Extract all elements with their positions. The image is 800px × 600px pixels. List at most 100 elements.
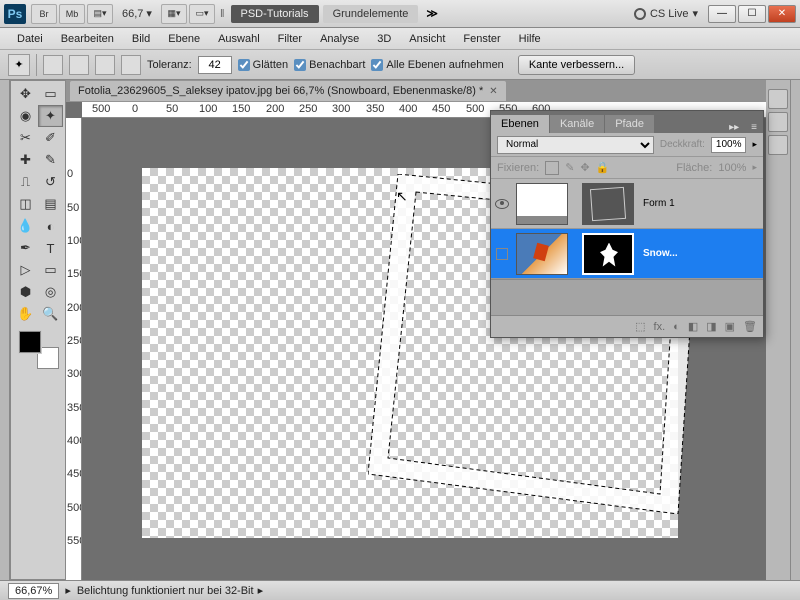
all-layers-checkbox[interactable] xyxy=(371,59,383,71)
menu-hilfe[interactable]: Hilfe xyxy=(510,33,550,45)
vector-mask-thumb[interactable] xyxy=(582,183,634,225)
opacity-arrow-icon[interactable]: ▸ xyxy=(752,139,757,150)
menu-ebene[interactable]: Ebene xyxy=(159,33,209,45)
minibridge-button[interactable]: Mb xyxy=(59,4,85,24)
status-arrow2-icon[interactable]: ▸ xyxy=(258,584,264,597)
dodge-tool-icon[interactable]: ◐ xyxy=(38,215,63,237)
layer-row-snowboard[interactable]: Snow... xyxy=(491,229,763,279)
3d-camera-tool-icon[interactable]: ◎ xyxy=(38,281,63,303)
layer-row-form1[interactable]: Form 1 xyxy=(491,179,763,229)
selection-subtract-icon[interactable] xyxy=(95,55,115,75)
selection-intersect-icon[interactable] xyxy=(121,55,141,75)
marquee-tool-icon[interactable]: ▭ xyxy=(38,83,63,105)
screen-mode-button[interactable]: ▭▾ xyxy=(189,4,215,24)
cslive-button[interactable]: CS Live▾ xyxy=(634,7,698,20)
panel-menu-icon[interactable]: ≡ xyxy=(745,122,763,133)
view-docs-button[interactable]: ▤▾ xyxy=(87,4,113,24)
blur-tool-icon[interactable]: 💧 xyxy=(13,215,38,237)
type-tool-icon[interactable]: T xyxy=(38,237,63,259)
close-tab-icon[interactable]: ✕ xyxy=(489,86,497,97)
eyedropper-tool-icon[interactable]: ✐ xyxy=(38,127,63,149)
status-zoom[interactable]: 66,67% xyxy=(8,583,59,599)
trash-icon[interactable]: 🗑 xyxy=(743,320,757,333)
menu-datei[interactable]: Datei xyxy=(8,33,52,45)
menu-ansicht[interactable]: Ansicht xyxy=(400,33,454,45)
minimize-button[interactable]: — xyxy=(708,5,736,23)
color-swatches[interactable] xyxy=(19,331,59,369)
layers-panel-footer: ⬚ fx. ◐ ◧ ◨ ▣ 🗑 xyxy=(491,315,763,337)
workspace-grundelemente[interactable]: Grundelemente xyxy=(323,5,419,23)
move-tool-icon[interactable]: ✥ xyxy=(13,83,38,105)
zoom-tool-icon[interactable]: 🔍 xyxy=(38,303,63,325)
menu-filter[interactable]: Filter xyxy=(269,33,311,45)
menu-analyse[interactable]: Analyse xyxy=(311,33,368,45)
fg-color-swatch[interactable] xyxy=(19,331,41,353)
lasso-tool-icon[interactable]: ◉ xyxy=(13,105,38,127)
menu-bearbeiten[interactable]: Bearbeiten xyxy=(52,33,123,45)
tolerance-label: Toleranz: xyxy=(147,59,192,71)
new-layer-icon[interactable]: ▣ xyxy=(725,320,735,333)
layer-mask-thumb[interactable] xyxy=(582,233,634,275)
mask-icon[interactable]: ◐ xyxy=(673,321,680,333)
stamp-tool-icon[interactable]: ⎍ xyxy=(13,171,38,193)
selection-new-icon[interactable] xyxy=(43,55,63,75)
link-layers-icon[interactable]: ⬚ xyxy=(635,320,645,333)
selection-add-icon[interactable] xyxy=(69,55,89,75)
eraser-tool-icon[interactable]: ◫ xyxy=(13,193,38,215)
status-arrow-icon[interactable]: ▸ xyxy=(65,584,71,597)
workspace-psd-tutorials[interactable]: PSD-Tutorials xyxy=(231,5,319,23)
brush-tool-icon[interactable]: ✎ xyxy=(38,149,63,171)
heal-tool-icon[interactable]: ✚ xyxy=(13,149,38,171)
history-brush-tool-icon[interactable]: ↺ xyxy=(38,171,63,193)
group-icon[interactable]: ◨ xyxy=(706,320,716,333)
panel-icon-3[interactable] xyxy=(768,135,788,155)
lock-brush-icon[interactable]: ✎ xyxy=(565,161,574,174)
lock-all-icon[interactable]: 🔒 xyxy=(596,161,610,174)
fx-icon[interactable]: fx. xyxy=(654,321,666,333)
lock-transparent-icon[interactable] xyxy=(545,161,559,175)
gradient-tool-icon[interactable]: ▤ xyxy=(38,193,63,215)
layer-thumb[interactable] xyxy=(516,183,568,225)
shape-tool-icon[interactable]: ▭ xyxy=(38,259,63,281)
bridge-button[interactable]: Br xyxy=(31,4,57,24)
panel-collapse-icon[interactable]: ▸▸ xyxy=(723,122,745,133)
hand-tool-icon[interactable]: ✋ xyxy=(13,303,38,325)
panel-icon-2[interactable] xyxy=(768,112,788,132)
refine-edge-button[interactable]: Kante verbessern... xyxy=(518,55,635,75)
layer-thumb[interactable] xyxy=(516,233,568,275)
menu-fenster[interactable]: Fenster xyxy=(454,33,509,45)
fill-arrow-icon[interactable]: ▸ xyxy=(752,162,757,173)
zoom-dropdown[interactable]: 66,7▾ xyxy=(122,7,152,20)
menu-auswahl[interactable]: Auswahl xyxy=(209,33,269,45)
3d-tool-icon[interactable]: ⬢ xyxy=(13,281,38,303)
cursor-icon: ↖ xyxy=(396,188,408,205)
panel-icon-1[interactable] xyxy=(768,89,788,109)
visibility-off-icon[interactable] xyxy=(496,248,508,260)
tab-ebenen[interactable]: Ebenen xyxy=(491,115,549,133)
tolerance-input[interactable] xyxy=(198,56,232,74)
extras-button[interactable]: ▦▾ xyxy=(161,4,187,24)
layer-name[interactable]: Snow... xyxy=(637,248,763,259)
magic-wand-tool-icon[interactable]: ✦ xyxy=(38,105,63,127)
opacity-value[interactable]: 100% xyxy=(711,137,747,153)
blend-mode-select[interactable]: Normal xyxy=(497,136,654,154)
pen-tool-icon[interactable]: ✒ xyxy=(13,237,38,259)
menu-3d[interactable]: 3D xyxy=(368,33,400,45)
tab-pfade[interactable]: Pfade xyxy=(605,115,654,133)
contiguous-checkbox[interactable] xyxy=(294,59,306,71)
visibility-icon[interactable] xyxy=(495,199,509,209)
close-button[interactable]: ✕ xyxy=(768,5,796,23)
path-select-tool-icon[interactable]: ▷ xyxy=(13,259,38,281)
tab-kanaele[interactable]: Kanäle xyxy=(550,115,604,133)
antialias-checkbox[interactable] xyxy=(238,59,250,71)
document-tab[interactable]: Fotolia_23629605_S_aleksey ipatov.jpg be… xyxy=(70,81,506,101)
fill-value[interactable]: 100% xyxy=(718,162,746,174)
workspace-more[interactable]: ≫ xyxy=(426,7,438,20)
maximize-button[interactable]: ☐ xyxy=(738,5,766,23)
tool-preset-icon[interactable]: ✦ xyxy=(8,54,30,76)
lock-move-icon[interactable]: ✥ xyxy=(580,161,589,174)
crop-tool-icon[interactable]: ✂ xyxy=(13,127,38,149)
adjustment-icon[interactable]: ◧ xyxy=(688,320,698,333)
layer-name[interactable]: Form 1 xyxy=(637,198,763,209)
menu-bild[interactable]: Bild xyxy=(123,33,159,45)
